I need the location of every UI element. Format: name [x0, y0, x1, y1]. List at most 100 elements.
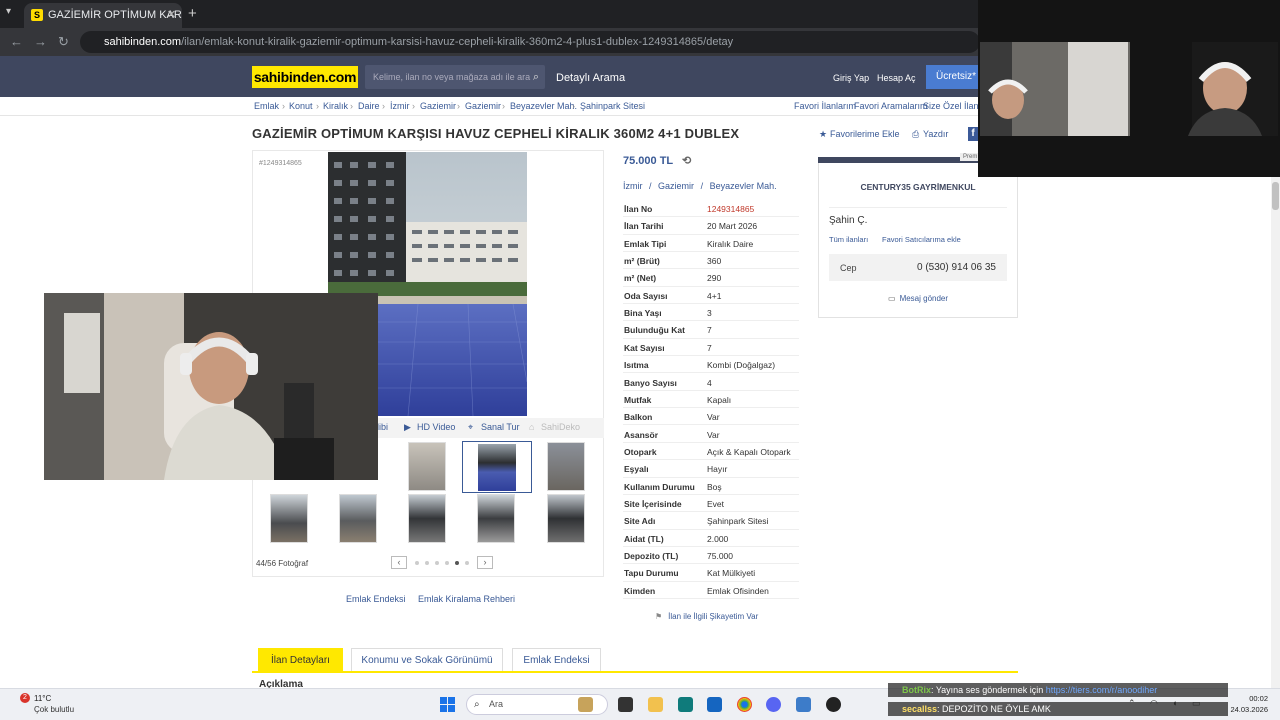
hd-video-button[interactable]: HD Video [417, 422, 455, 432]
discord-icon[interactable] [766, 697, 781, 712]
detail-label: Kat Sayısı [624, 342, 665, 353]
breadcrumb-item[interactable]: Daire [358, 101, 380, 111]
virtual-tour-button[interactable]: Sanal Tur [481, 422, 520, 432]
clock-date[interactable]: 24.03.2026 [1222, 705, 1268, 714]
print-link[interactable]: Yazdır [923, 129, 948, 139]
site-logo[interactable]: sahibinden.com [252, 66, 358, 88]
store-icon[interactable] [678, 697, 693, 712]
star-icon[interactable]: ★ [819, 129, 827, 140]
add-fav-seller-link[interactable]: Favori Satıcılarıma ekle [882, 235, 961, 244]
location-district[interactable]: Gaziemir [658, 181, 694, 191]
detail-value: Kat Mülkiyeti [707, 568, 756, 579]
webcam-overlay-right [978, 0, 1280, 177]
detailed-search-link[interactable]: Detaylı Arama [556, 72, 625, 84]
reload-icon[interactable]: ↻ [58, 34, 69, 50]
location-city[interactable]: İzmir [623, 181, 643, 191]
tab-location-street[interactable]: Konumu ve Sokak Görünümü [351, 648, 503, 672]
gallery-thumbnail[interactable] [547, 494, 585, 543]
forward-icon[interactable]: → [34, 34, 47, 49]
detail-label: Asansör [624, 429, 659, 440]
phone-number[interactable]: 0 (530) 914 06 35 [917, 262, 996, 273]
browser-tab[interactable]: S GAZİEMİR OPTİMUM KARŞISI H ✕ [24, 3, 182, 28]
detail-label: m² (Brüt) [624, 256, 660, 267]
flag-icon: ⚑ [655, 612, 663, 621]
fav-listings-link[interactable]: Favori İlanlarım [794, 101, 856, 111]
search-input[interactable]: Kelime, ilan no veya mağaza adı ile ara … [365, 65, 545, 89]
folder-icon[interactable] [648, 697, 663, 712]
page-dot[interactable] [425, 561, 429, 565]
print-icon[interactable]: ⎙ [912, 129, 919, 140]
obs-icon[interactable] [826, 697, 841, 712]
chrome-icon[interactable] [737, 697, 752, 712]
breadcrumb-item[interactable]: Şahinpark Sitesi [580, 101, 645, 111]
gallery-thumbnail[interactable] [547, 442, 585, 491]
page-dot-active[interactable] [455, 561, 459, 565]
breadcrumb-item[interactable]: Kiralık [323, 101, 348, 111]
page-scrollbar[interactable] [1271, 177, 1280, 688]
facebook-icon[interactable]: f [968, 127, 978, 141]
gallery-thumbnail[interactable] [339, 494, 377, 543]
next-page-button[interactable]: › [477, 556, 493, 569]
add-favorite-link[interactable]: Favorilerime Ekle [830, 129, 900, 139]
all-listings-link[interactable]: Tüm ilanları [829, 235, 868, 244]
back-icon[interactable]: ← [10, 34, 23, 49]
terminal-icon[interactable] [618, 697, 633, 712]
tab-search-icon[interactable]: ▾ [6, 6, 11, 17]
page-dot[interactable] [445, 561, 449, 565]
agency-name[interactable]: CENTURY35 GAYRİMENKUL [818, 182, 1018, 192]
taskbar-app-icon[interactable] [578, 697, 593, 712]
clock-time[interactable]: 00:02 [1222, 694, 1268, 703]
gallery-thumbnail[interactable] [477, 494, 515, 543]
video-icon: ▶ [404, 422, 411, 432]
breadcrumb-separator: › [502, 101, 505, 111]
gallery-tool[interactable]: libi [377, 422, 388, 432]
breadcrumb-item[interactable]: Gaziemir [420, 101, 456, 111]
emlak-endeksi-link[interactable]: Emlak Endeksi [346, 594, 406, 604]
gallery-thumbnail[interactable] [270, 494, 308, 543]
tab-emlak-index[interactable]: Emlak Endeksi [512, 648, 601, 672]
detail-row: Tapu Durumu Kat Mülkiyeti [623, 564, 799, 582]
start-icon[interactable] [440, 697, 456, 713]
close-tab-icon[interactable]: ✕ [167, 3, 176, 28]
weather-desc[interactable]: Çok bulutlu [34, 705, 74, 714]
detail-label: Otopark [624, 446, 657, 457]
fav-searches-link[interactable]: Favori Aramalarım [854, 101, 928, 111]
gallery-thumbnail-selected[interactable] [462, 441, 532, 493]
scrollbar-thumb[interactable] [1272, 182, 1279, 210]
page-dot[interactable] [435, 561, 439, 565]
weather-temp[interactable]: 11°C [34, 694, 51, 703]
prev-page-button[interactable]: ‹ [391, 556, 407, 569]
gallery-thumbnail[interactable] [408, 442, 446, 491]
location-separator: / [649, 181, 652, 191]
tab-listing-details[interactable]: İlan Detayları [258, 648, 343, 672]
breadcrumb-item[interactable]: Gaziemir [465, 101, 501, 111]
webcam-overlay-left [44, 293, 378, 480]
notes-icon[interactable] [796, 697, 811, 712]
detail-value: Açık & Kapalı Otopark [707, 446, 791, 457]
breadcrumb-item[interactable]: Emlak [254, 101, 279, 111]
breadcrumb-separator: › [316, 101, 319, 111]
breadcrumb-item[interactable]: Konut [289, 101, 313, 111]
login-link[interactable]: Giriş Yap [833, 73, 869, 83]
complaint-link[interactable]: ⚑ İlan ile İlgili Şikayetim Var [655, 612, 758, 621]
breadcrumb-item[interactable]: İzmir [390, 101, 410, 111]
price-history-icon[interactable]: ⟲ [682, 155, 691, 167]
outlook-icon[interactable] [707, 697, 722, 712]
rental-guide-link[interactable]: Emlak Kiralama Rehberi [418, 594, 515, 604]
page-dot[interactable] [465, 561, 469, 565]
detail-row: Depozito (TL) 75.000 [623, 547, 799, 565]
detail-row: Oda Sayısı 4+1 [623, 287, 799, 305]
sahideko-button[interactable]: SahiDeko [541, 422, 580, 432]
search-icon[interactable]: ⌕ [533, 65, 539, 89]
chat-text: : DEPOZİTO NE ÖYLE AMK [937, 704, 1051, 714]
location-neighborhood[interactable]: Beyazevler Mah. [710, 181, 777, 191]
page-dot[interactable] [415, 561, 419, 565]
register-link[interactable]: Hesap Aç [877, 73, 916, 83]
send-message-link[interactable]: ▭ Mesaj gönder [888, 294, 948, 303]
free-ad-button[interactable]: Ücretsiz* İ [926, 65, 986, 89]
new-tab-icon[interactable]: + [188, 5, 197, 22]
breadcrumb-item[interactable]: Beyazevler Mah. [510, 101, 577, 111]
url-field[interactable]: sahibinden.com/ilan/emlak-konut-kiralik-… [80, 31, 980, 53]
detail-row: Bina Yaşı 3 [623, 304, 799, 322]
gallery-thumbnail[interactable] [408, 494, 446, 543]
